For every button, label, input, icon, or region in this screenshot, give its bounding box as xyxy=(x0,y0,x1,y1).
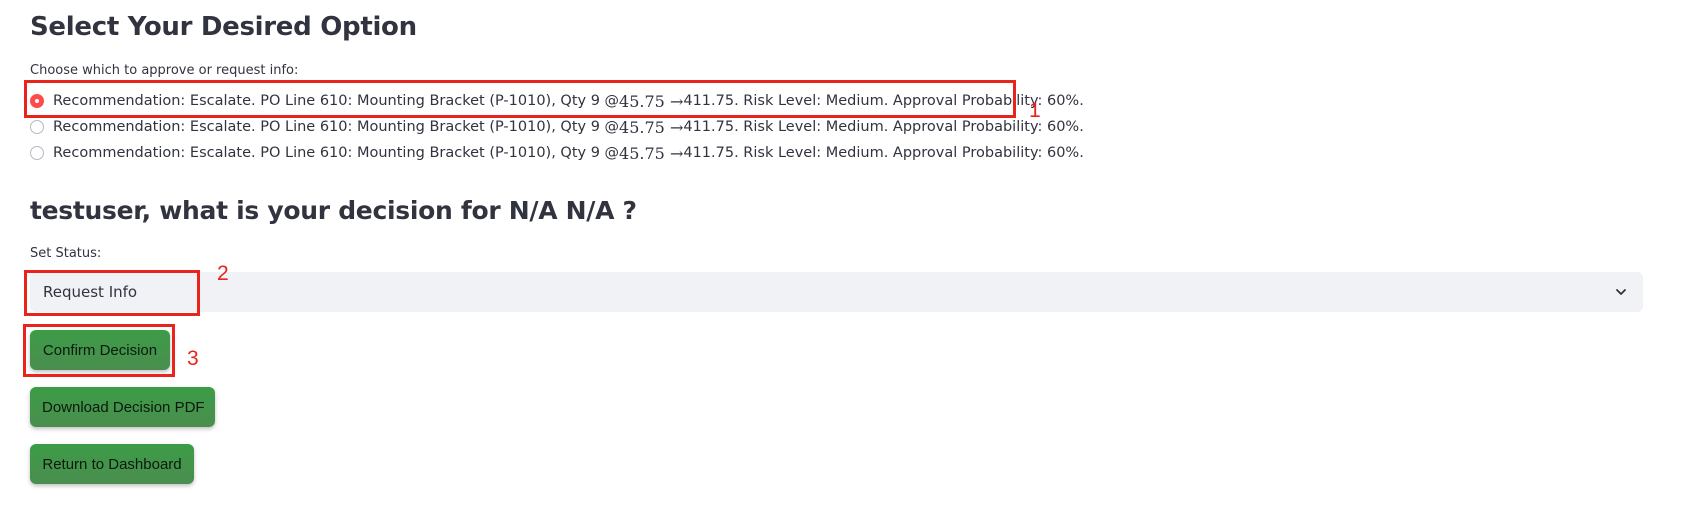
radio-unselected-icon[interactable] xyxy=(30,120,44,134)
radio-unselected-icon[interactable] xyxy=(30,146,44,160)
annotation-number-3: 3 xyxy=(187,347,199,370)
status-select[interactable]: Request Info xyxy=(30,272,1643,312)
annotation-box-2 xyxy=(24,270,200,316)
radio-option-text-post: 411.75. Risk Level: Medium. Approval Pro… xyxy=(683,145,1084,161)
annotation-box-1 xyxy=(24,80,1016,118)
chevron-down-icon[interactable] xyxy=(1613,284,1629,300)
return-dashboard-button[interactable]: Return to Dashboard xyxy=(30,444,194,484)
download-pdf-button[interactable]: Download Decision PDF xyxy=(30,387,215,427)
page-title: Select Your Desired Option xyxy=(30,12,417,42)
annotation-number-2: 2 xyxy=(217,262,229,285)
radio-option-3[interactable]: Recommendation: Escalate. PO Line 610: M… xyxy=(30,140,1084,166)
page: Select Your Desired Option Choose which … xyxy=(0,0,1688,522)
decision-heading: testuser, what is your decision for N/A … xyxy=(30,196,637,225)
radio-option-text-pre: Recommendation: Escalate. PO Line 610: M… xyxy=(53,119,620,135)
radio-option-math: 45.75 → xyxy=(619,143,684,163)
radio-option-text-pre: Recommendation: Escalate. PO Line 610: M… xyxy=(53,145,620,161)
annotation-number-1: 1 xyxy=(1029,99,1041,122)
radio-group-label: Choose which to approve or request info: xyxy=(30,63,299,78)
annotation-box-3 xyxy=(23,324,175,377)
radio-option-text-post: 411.75. Risk Level: Medium. Approval Pro… xyxy=(683,119,1084,135)
status-label: Set Status: xyxy=(30,246,102,261)
radio-option-math: 45.75 → xyxy=(619,117,684,137)
